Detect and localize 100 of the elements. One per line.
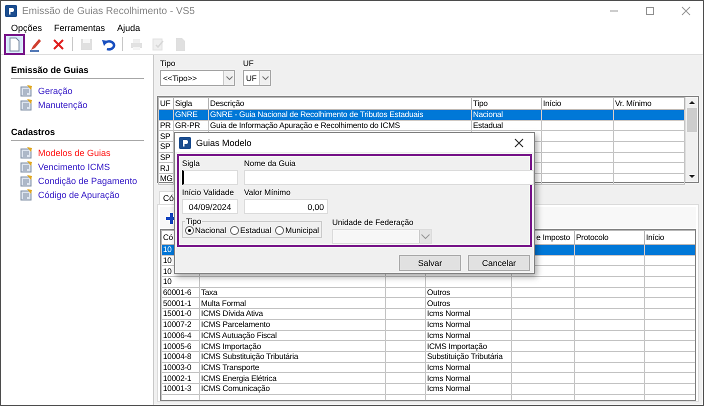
sidebar-link[interactable]: Manutenção xyxy=(38,100,88,110)
column-header[interactable]: Início xyxy=(542,98,614,110)
table-cell: GNRE - Guia Nacional de Recolhimento de Tributos Estaduais xyxy=(210,110,424,120)
table-cell: ICMS Importação xyxy=(201,342,261,350)
dropdown[interactable]: <<Tipo>> xyxy=(160,70,235,86)
radio-label[interactable]: Municipal xyxy=(285,226,320,235)
table-cell: ICMS Substituição Tributária xyxy=(201,352,298,362)
table-row[interactable]: 10004-8 ICMS Substituição Tributária Substituição Tributária xyxy=(162,351,695,362)
column-header[interactable]: UF xyxy=(158,98,174,110)
table-cell: 50001-1 xyxy=(163,298,192,308)
table-row[interactable]: 10003-0 ICMS Transporte Icms Normal xyxy=(162,362,695,373)
table-cell: ICMS Transporte xyxy=(201,363,260,372)
radio-button[interactable] xyxy=(230,226,240,235)
scrollbar-thumb[interactable] xyxy=(687,108,697,132)
maximize-icon[interactable] xyxy=(645,6,655,16)
table-cell: 10003-0 xyxy=(163,363,192,372)
column-header[interactable]: Descrição xyxy=(208,98,472,110)
input-field[interactable]: 04/09/2024 xyxy=(182,199,238,214)
form-icon xyxy=(20,160,33,173)
table-cell: Icms Normal xyxy=(427,330,470,340)
table-row[interactable]: 50001-1 Multa Formal Outros xyxy=(162,298,695,309)
column-header[interactable]: Vr. Mínimo xyxy=(614,98,684,110)
sidebar-link[interactable]: Código de Apuração xyxy=(38,190,120,200)
table-cell: 15001-0 xyxy=(163,310,192,318)
form-icon xyxy=(20,174,33,187)
table-row[interactable]: 10007-2 ICMS Parcelamento Icms Normal xyxy=(162,319,695,330)
section-heading: Emissão de Guias xyxy=(11,65,144,79)
table-cell: Icms Normal xyxy=(427,374,470,382)
radio-label[interactable]: Nacional xyxy=(195,226,226,235)
table-cell: Substituição Tributária xyxy=(427,352,503,362)
input-field[interactable] xyxy=(182,170,238,185)
delete-icon[interactable] xyxy=(51,36,66,52)
table-row[interactable]: 10005-6 ICMS Importação ICMS Importação xyxy=(162,340,695,352)
table-cell: ICMS Importação xyxy=(427,342,487,350)
table-cell: Multa Formal xyxy=(201,298,246,308)
table-cell: ICMS Energia Elétrica xyxy=(201,374,277,382)
chevron-down-icon xyxy=(226,76,232,80)
table-cell: ICMS Dívida Ativa xyxy=(201,310,263,318)
table-cell: 10001-3 xyxy=(163,384,192,394)
section-heading: Cadastros xyxy=(11,127,144,141)
field-label: Valor Mínimo xyxy=(244,188,292,197)
app-logo-icon xyxy=(179,136,191,148)
document-icon[interactable] xyxy=(7,36,22,52)
table-cell: 10 xyxy=(163,256,172,265)
table-row[interactable]: 10002-1 ICMS Energia Elétrica Icms Normal xyxy=(162,372,695,384)
group-label: Tipo xyxy=(185,217,202,226)
table-cell: 10007-2 xyxy=(163,320,192,330)
table-cell: Icms Normal xyxy=(427,310,470,318)
table-cell: SP xyxy=(160,132,170,141)
table-cell: ICMS Comunicação xyxy=(201,384,270,394)
form-icon xyxy=(20,146,33,159)
table-cell: Estadual xyxy=(473,121,503,130)
window-title: Emissão de Guias Recolhimento - VS5 xyxy=(22,6,196,16)
table-row[interactable]: 15001-0 ICMS Dívida Ativa Icms Normal xyxy=(162,308,695,320)
sidebar-link[interactable]: Vencimento ICMS xyxy=(38,162,110,172)
app-logo-icon xyxy=(5,5,17,17)
table-cell: RJ xyxy=(160,164,170,173)
sidebar-link[interactable]: Condição de Pagamento xyxy=(38,176,138,186)
form-icon xyxy=(20,84,33,97)
table-row[interactable]: 10 xyxy=(162,276,695,288)
table-cell: 10 xyxy=(163,245,172,254)
chevron-down-icon xyxy=(262,76,268,80)
table-row[interactable]: 10006-4 ICMS Autuação Fiscal Icms Normal xyxy=(162,330,695,341)
dialog-button[interactable]: Cancelar xyxy=(468,255,530,271)
table-cell: GR-PR xyxy=(175,121,200,130)
sidebar-link[interactable]: Modelos de Guias xyxy=(38,148,111,158)
table-row[interactable]: 60001-6 Taxa Outros xyxy=(162,287,695,298)
dialog-button[interactable]: Salvar xyxy=(399,255,461,271)
form-icon xyxy=(20,98,33,111)
table-cell: 10006-4 xyxy=(163,330,192,340)
radio-button[interactable] xyxy=(275,226,284,235)
table-cell: 60001-6 xyxy=(163,288,192,297)
table-cell: MG xyxy=(160,174,172,184)
table-cell: ICMS Autuação Fiscal xyxy=(201,330,277,340)
table-cell: 10 xyxy=(163,266,172,276)
table-cell: Icms Normal xyxy=(427,320,470,330)
menu-item[interactable]: Opções xyxy=(11,22,42,32)
form-icon xyxy=(20,188,33,201)
table-cell: Guia de Informação Apuração e Recolhimento do ICMS xyxy=(210,121,400,130)
dropdown[interactable]: UF xyxy=(243,70,271,86)
table-row[interactable]: 10001-3 ICMS Comunicação Icms Normal xyxy=(162,383,695,394)
table-cell: 10004-8 xyxy=(163,352,192,362)
column-header[interactable]: Tipo xyxy=(472,98,542,110)
table-cell: Outros xyxy=(427,298,450,308)
input-field[interactable]: 0,00 xyxy=(244,199,328,214)
radio-label[interactable]: Estadual xyxy=(240,226,272,235)
column-header[interactable]: Có xyxy=(163,233,173,242)
menu-item[interactable]: Ferramentas xyxy=(54,22,106,32)
radio-button[interactable] xyxy=(185,226,194,235)
field-label: Unidade de Federação xyxy=(332,218,414,227)
scrollbar[interactable] xyxy=(685,97,698,182)
menu-item[interactable]: Ajuda xyxy=(117,22,140,32)
pencil-icon[interactable] xyxy=(29,36,44,52)
sidebar-link[interactable]: Geração xyxy=(38,86,73,96)
input-field[interactable] xyxy=(244,170,534,185)
field-label: UF xyxy=(243,59,255,68)
column-header[interactable]: Sigla xyxy=(174,98,208,110)
table-cell: Icms Normal xyxy=(427,363,470,372)
field-label: Tipo xyxy=(160,59,176,68)
close-icon[interactable] xyxy=(514,138,524,148)
